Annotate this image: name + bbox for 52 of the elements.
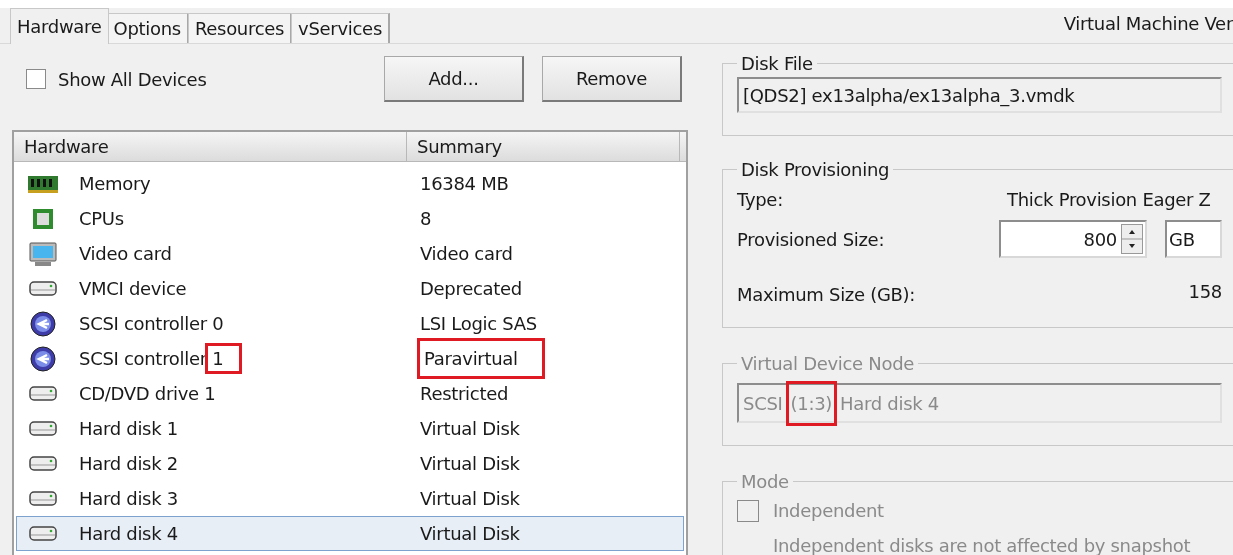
table-cell-text: Hard disk 3 bbox=[79, 487, 179, 511]
table-cell-text: 8 bbox=[420, 207, 432, 231]
table-cell-text: VMCI device bbox=[79, 277, 188, 301]
table-cell-text: Virtual Disk bbox=[420, 522, 520, 546]
controller-icon bbox=[27, 345, 59, 372]
field-label: Maximum Size (GB): bbox=[737, 282, 917, 307]
table-cell-text: Deprecated bbox=[420, 277, 522, 301]
group-title: Disk Provisioning bbox=[740, 158, 891, 182]
table-cell-text: 16384 MB bbox=[420, 172, 509, 196]
table-cell-text: Memory bbox=[79, 172, 152, 196]
note-text: Independent disks are not affected by snapshot bbox=[773, 534, 1192, 555]
field-label: Type: bbox=[737, 187, 784, 212]
monitor-icon bbox=[27, 240, 59, 267]
table-cell-text: CD/DVD drive 1 bbox=[79, 382, 217, 406]
column-header[interactable]: Hardware bbox=[14, 132, 407, 161]
table-cell-text: Video card bbox=[79, 242, 173, 266]
selected-row[interactable]: Hard disk 4 Virtual Disk bbox=[16, 516, 684, 551]
table-cell: SCSI controller 1 bbox=[79, 345, 412, 372]
table-cell-text: Virtual Disk bbox=[420, 417, 520, 441]
controller-icon bbox=[27, 310, 59, 337]
group-title: Disk File bbox=[740, 52, 814, 76]
spinner-arrows-icon[interactable] bbox=[1121, 224, 1143, 254]
window-title: Virtual Machine Ver bbox=[1063, 12, 1233, 36]
table-cell-text: SCSI controller 0 bbox=[79, 312, 225, 336]
push-button[interactable]: Remove bbox=[542, 56, 682, 102]
checkbox[interactable] bbox=[26, 69, 46, 89]
tab[interactable]: Resources bbox=[187, 13, 293, 43]
checkbox-label: Independent bbox=[773, 499, 884, 523]
field-value: Thick Provision Eager Z bbox=[1007, 187, 1211, 212]
field-label: Provisioned Size: bbox=[737, 227, 886, 252]
table-cell-text: LSI Logic SAS bbox=[420, 312, 537, 336]
table-cell-text: Video card bbox=[420, 242, 513, 266]
field-value: 158 bbox=[1188, 279, 1222, 304]
unit-dropdown[interactable]: GB bbox=[1165, 220, 1222, 258]
table-cell-text: CPUs bbox=[79, 207, 125, 231]
table-cell-text: Virtual Disk bbox=[420, 487, 520, 511]
table-cell-text: Hard disk 2 bbox=[79, 452, 179, 476]
input-field[interactable]: [QDS2] ex13alpha/ex13alpha_3.vmdk bbox=[737, 77, 1222, 113]
table-cell-text: Restricted bbox=[420, 382, 509, 406]
number-spinner[interactable]: 800 bbox=[999, 220, 1147, 258]
push-button[interactable]: Add... bbox=[384, 56, 524, 102]
checkbox-label: Show All Devices bbox=[58, 67, 207, 92]
tab[interactable]: Options bbox=[106, 13, 189, 43]
tab[interactable]: Hardware bbox=[10, 8, 109, 44]
column-header[interactable]: Summary bbox=[407, 132, 680, 161]
table-cell-text: Virtual Disk bbox=[420, 452, 520, 476]
tab[interactable]: vServices bbox=[291, 13, 390, 43]
group-title: Virtual Device Node bbox=[740, 352, 916, 376]
table-cell-text: Hard disk 4 bbox=[79, 522, 179, 546]
group-title: Mode bbox=[740, 470, 790, 494]
table-cell-text: Hard disk 1 bbox=[79, 417, 179, 441]
table-cell: Paravirtual bbox=[420, 341, 542, 376]
